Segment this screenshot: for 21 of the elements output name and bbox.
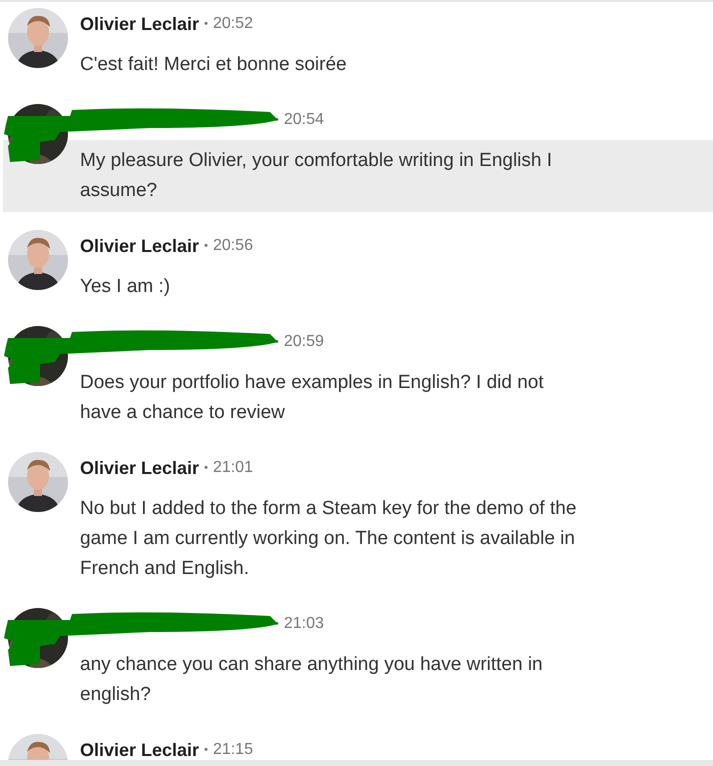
message-text: Yes I am :) xyxy=(80,275,172,299)
message-time: 20:59 xyxy=(284,333,324,351)
message-text: No but I added to the form a Steam key for the demo of the game I am currently working on. The content is available in French and English. xyxy=(80,497,578,581)
separator-dot: • xyxy=(204,240,208,252)
message-time: 20:52 xyxy=(212,15,253,33)
separator-dot: • xyxy=(204,744,208,756)
author-name: Olivier Leclair xyxy=(80,236,200,256)
author-name: Olivier Leclair xyxy=(80,14,200,34)
message-text: My pleasure Olivier, your comfortable writing in English I assume? xyxy=(80,149,554,203)
message-text: any chance you can share anything you have written in english? xyxy=(80,653,544,707)
author-name: Olivier Leclair xyxy=(80,740,200,760)
separator-dot: • xyxy=(204,462,208,474)
message-text: C'est fait! Merci et bonne soirée xyxy=(80,53,348,77)
message-time: 21:03 xyxy=(284,615,324,633)
message-time: 20:54 xyxy=(284,111,324,129)
message-time: 21:15 xyxy=(212,741,253,759)
message-time: 20:56 xyxy=(212,237,253,255)
message-time: 21:01 xyxy=(212,459,253,477)
separator-dot: • xyxy=(204,18,208,30)
author-name: Olivier Leclair xyxy=(80,458,200,478)
message-text: Does your portfolio have examples in English? I did not have a chance to review xyxy=(80,371,545,425)
